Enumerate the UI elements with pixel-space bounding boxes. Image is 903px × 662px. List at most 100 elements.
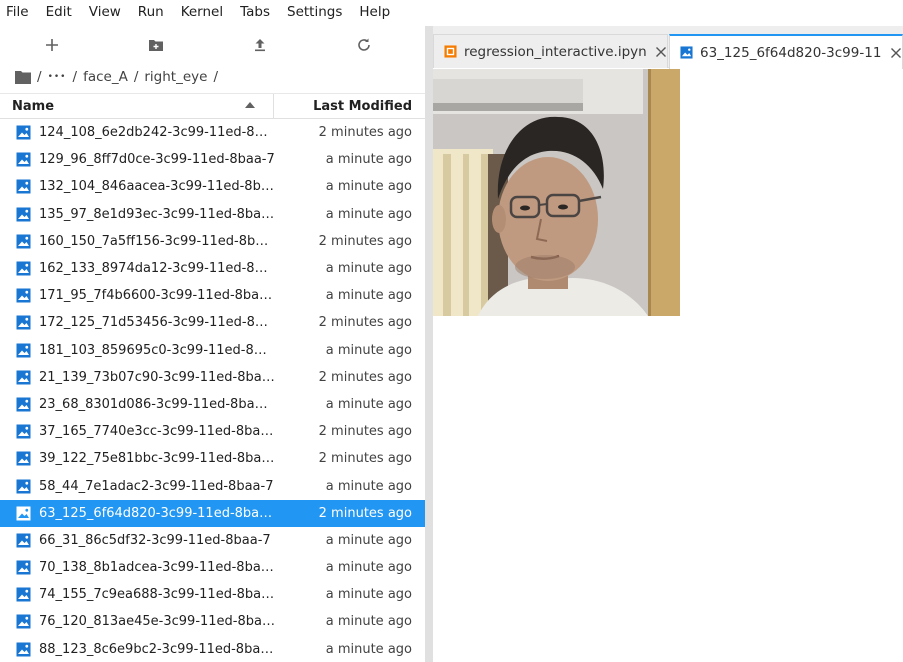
menu-kernel[interactable]: Kernel (181, 0, 223, 24)
file-name: 181_103_859695c0-3c99-11ed-8baa-7 (39, 342, 275, 358)
file-row[interactable]: 181_103_859695c0-3c99-11ed-8baa-7 a minut… (0, 337, 425, 364)
tab-image-file[interactable]: 63_125_6f64d820-3c99-11ed (669, 34, 903, 69)
breadcrumb-folder-face-a[interactable]: face_A (83, 69, 128, 85)
image-file-icon (16, 642, 31, 657)
file-browser-toolbar (0, 26, 425, 63)
image-file-icon (16, 370, 31, 385)
notebook-icon (444, 45, 457, 58)
file-row[interactable]: 129_96_8ff7d0ce-3c99-11ed-8baa-7 a minute… (0, 146, 425, 173)
image-file-icon (16, 451, 31, 466)
breadcrumb-separator: / (72, 69, 78, 85)
image-file-icon (16, 479, 31, 494)
file-last-modified: a minute ago (325, 288, 412, 304)
menu-help[interactable]: Help (359, 0, 390, 24)
image-file-icon (16, 125, 31, 140)
breadcrumb: / ••• / face_A / right_eye / (15, 66, 224, 88)
name-column-header[interactable]: Name (0, 94, 274, 118)
breadcrumb-separator: / (213, 69, 219, 85)
file-list-header: Name Last Modified (0, 93, 425, 119)
breadcrumb-ellipsis[interactable]: ••• (48, 72, 67, 82)
menu-run[interactable]: Run (138, 0, 164, 24)
new-folder-icon (149, 39, 163, 51)
file-name: 74_155_7c9ea688-3c99-11ed-8baa-7 (39, 587, 275, 603)
file-name: 162_133_8974da12-3c99-11ed-8baa-7 (39, 261, 275, 277)
file-row[interactable]: 58_44_7e1adac2-3c99-11ed-8baa-7 a minute … (0, 472, 425, 499)
file-name: 171_95_7f4b6600-3c99-11ed-8baa-7 (39, 288, 275, 304)
file-last-modified: a minute ago (325, 206, 412, 222)
file-name: 172_125_71d53456-3c99-11ed-8baa-7 (39, 315, 275, 331)
tab-label: regression_interactive.ipynb (464, 43, 647, 60)
file-row[interactable]: 162_133_8974da12-3c99-11ed-8baa-7 a minut… (0, 255, 425, 282)
last-modified-column-header[interactable]: Last Modified (274, 99, 425, 114)
tab-regression-notebook[interactable]: regression_interactive.ipynb (433, 34, 668, 68)
file-name: 66_31_86c5df32-3c99-11ed-8baa-7 (39, 532, 271, 548)
file-last-modified: a minute ago (325, 342, 412, 358)
close-icon[interactable] (890, 47, 902, 59)
file-row[interactable]: 21_139_73b07c90-3c99-11ed-8baa-7 2 minute… (0, 364, 425, 391)
file-row[interactable]: 70_138_8b1adcea-3c99-11ed-8baa-7 a minute… (0, 554, 425, 581)
new-launcher-button[interactable] (0, 26, 104, 63)
file-row[interactable]: 172_125_71d53456-3c99-11ed-8baa-7 2 minut… (0, 309, 425, 336)
new-folder-button[interactable] (104, 26, 208, 63)
file-name: 160_150_7a5ff156-3c99-11ed-8baa-7 (39, 233, 275, 249)
menu-edit[interactable]: Edit (46, 0, 72, 24)
file-name: 21_139_73b07c90-3c99-11ed-8baa-7 (39, 369, 275, 385)
file-last-modified: a minute ago (325, 532, 412, 548)
file-last-modified: a minute ago (325, 587, 412, 603)
file-row[interactable]: 66_31_86c5df32-3c99-11ed-8baa-7 a minute … (0, 527, 425, 554)
main-area: regression_interactive.ipynb 63_125_6f64… (433, 26, 903, 662)
file-last-modified: a minute ago (325, 396, 412, 412)
menu-file[interactable]: File (6, 0, 29, 24)
panel-splitter[interactable] (426, 26, 433, 662)
image-file-icon (680, 46, 693, 59)
file-row[interactable]: 74_155_7c9ea688-3c99-11ed-8baa-7 a minute… (0, 581, 425, 608)
file-name: 124_108_6e2db242-3c99-11ed-8baa-7 (39, 125, 275, 141)
image-viewer (433, 69, 680, 316)
file-row[interactable]: 171_95_7f4b6600-3c99-11ed-8baa-7 a minute… (0, 282, 425, 309)
file-name: 88_123_8c6e9bc2-3c99-11ed-8baa-7 (39, 641, 275, 657)
refresh-icon (358, 38, 370, 51)
image-file-icon (16, 152, 31, 167)
file-row[interactable]: 23_68_8301d086-3c99-11ed-8baa-7 a minute … (0, 391, 425, 418)
file-row[interactable]: 132_104_846aacea-3c99-11ed-8baa-7 a minut… (0, 173, 425, 200)
breadcrumb-folder-right-eye[interactable]: right_eye (144, 69, 207, 85)
file-name: 129_96_8ff7d0ce-3c99-11ed-8baa-7 (39, 152, 275, 168)
file-row[interactable]: 135_97_8e1d93ec-3c99-11ed-8baa-7 a minute… (0, 201, 425, 228)
file-name: 58_44_7e1adac2-3c99-11ed-8baa-7 (39, 478, 274, 494)
upload-button[interactable] (208, 26, 312, 63)
image-file-icon (16, 207, 31, 222)
file-last-modified: a minute ago (325, 261, 412, 277)
file-last-modified: 2 minutes ago (318, 424, 412, 440)
sort-ascending-icon (245, 102, 255, 108)
face-photo (433, 69, 680, 316)
file-last-modified: a minute ago (325, 614, 412, 630)
file-row[interactable]: 76_120_813ae45e-3c99-11ed-8baa-7 a minute… (0, 608, 425, 635)
image-file-icon (16, 261, 31, 276)
file-row[interactable]: 63_125_6f64d820-3c99-11ed-8baa-7 2 minute… (0, 499, 425, 527)
upload-icon (255, 38, 265, 51)
file-row[interactable]: 37_165_7740e3cc-3c99-11ed-8baa-7 2 minute… (0, 418, 425, 445)
image-file-icon (16, 179, 31, 194)
home-folder-icon[interactable] (15, 70, 31, 84)
name-column-label: Name (12, 98, 55, 114)
image-file-icon (16, 343, 31, 358)
file-name: 39_122_75e81bbc-3c99-11ed-8baa-7 (39, 451, 275, 467)
menu-view[interactable]: View (89, 0, 121, 24)
menu-settings[interactable]: Settings (287, 0, 342, 24)
file-name: 132_104_846aacea-3c99-11ed-8baa-7 (39, 179, 275, 195)
file-name: 23_68_8301d086-3c99-11ed-8baa-7 (39, 396, 275, 412)
file-last-modified: 2 minutes ago (318, 233, 412, 249)
file-last-modified: 2 minutes ago (318, 369, 412, 385)
file-row[interactable]: 88_123_8c6e9bc2-3c99-11ed-8baa-7 a minute… (0, 636, 425, 662)
file-row[interactable]: 39_122_75e81bbc-3c99-11ed-8baa-7 2 minute… (0, 445, 425, 472)
file-last-modified: 2 minutes ago (318, 505, 412, 521)
refresh-button[interactable] (312, 26, 416, 63)
close-icon[interactable] (655, 46, 667, 58)
file-last-modified: a minute ago (325, 560, 412, 576)
plus-icon (46, 38, 58, 51)
image-file-icon (16, 506, 31, 521)
menu-tabs[interactable]: Tabs (240, 0, 270, 24)
image-file-icon (16, 424, 31, 439)
file-row[interactable]: 124_108_6e2db242-3c99-11ed-8baa-7 2 minut… (0, 119, 425, 146)
file-row[interactable]: 160_150_7a5ff156-3c99-11ed-8baa-7 2 minut… (0, 228, 425, 255)
